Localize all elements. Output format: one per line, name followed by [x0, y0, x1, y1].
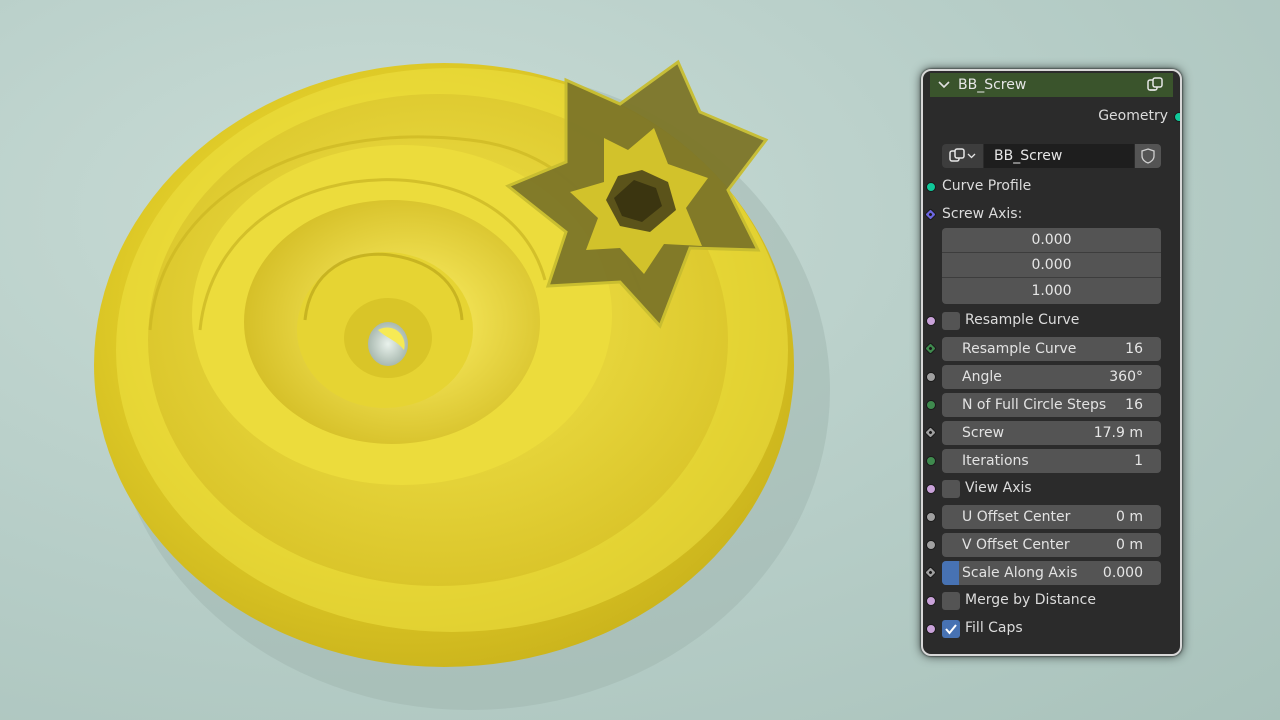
group-name-field[interactable]: BB_Screw — [984, 144, 1134, 168]
fill-caps-socket[interactable] — [926, 624, 936, 634]
fake-user-shield-icon[interactable] — [1135, 144, 1161, 168]
v-offset-socket[interactable] — [926, 540, 936, 550]
node-group-icon — [949, 148, 965, 162]
view-axis-socket[interactable] — [926, 484, 936, 494]
resample-curve-toggle-row: Resample Curve — [923, 307, 1180, 335]
screw-field[interactable]: Screw 17.9 m — [942, 421, 1161, 445]
group-browse-button[interactable] — [942, 144, 983, 168]
screw-axis-label: Screw Axis: — [942, 206, 1023, 222]
chevron-down-icon — [967, 153, 976, 159]
angle-field[interactable]: Angle 360° — [942, 365, 1161, 389]
slider-fill — [942, 561, 959, 585]
curve-profile-socket[interactable] — [926, 182, 936, 192]
node-title: BB_Screw — [958, 77, 1027, 93]
chevron-down-icon[interactable] — [930, 81, 958, 89]
screw-axis-y-field[interactable]: 0.000 — [942, 253, 1161, 278]
screw-row: Screw 17.9 m — [923, 419, 1180, 447]
node-header[interactable]: BB_Screw — [930, 73, 1173, 97]
screw-axis-x-field[interactable]: 0.000 — [942, 228, 1161, 253]
iterations-row: Iterations 1 — [923, 447, 1180, 475]
scale-along-axis-slider[interactable]: Scale Along Axis 0.000 — [942, 561, 1161, 585]
angle-row: Angle 360° — [923, 363, 1180, 391]
checkmark-icon — [945, 624, 957, 635]
scale-along-axis-socket[interactable] — [924, 566, 937, 579]
v-offset-row: V Offset Center 0 m — [923, 531, 1180, 559]
geometry-output-row: Geometry — [923, 103, 1180, 131]
merge-by-distance-socket[interactable] — [926, 596, 936, 606]
screw-axis-z-field[interactable]: 1.000 — [942, 278, 1161, 303]
screw-axis-row: Screw Axis: — [923, 201, 1180, 229]
angle-socket[interactable] — [926, 372, 936, 382]
bb-screw-node[interactable]: BB_Screw Geometry BB_Screw Curve Profile… — [921, 69, 1182, 656]
node-group-selector[interactable]: BB_Screw — [942, 144, 1161, 168]
scale-along-axis-row: Scale Along Axis 0.000 — [923, 559, 1180, 587]
geometry-output-label: Geometry — [1098, 108, 1168, 124]
iterations-socket[interactable] — [926, 456, 936, 466]
geometry-output-socket[interactable] — [1174, 112, 1180, 122]
view-axis-row: View Axis — [923, 475, 1180, 503]
resample-curve-checkbox-label: Resample Curve — [965, 312, 1080, 328]
u-offset-socket[interactable] — [926, 512, 936, 522]
iterations-field[interactable]: Iterations 1 — [942, 449, 1161, 473]
screw-axis-vector[interactable]: 0.000 0.000 1.000 — [942, 228, 1161, 304]
full-circle-steps-row: N of Full Circle Steps 16 — [923, 391, 1180, 419]
full-circle-steps-field[interactable]: N of Full Circle Steps 16 — [942, 393, 1161, 417]
resample-curve-row: Resample Curve 16 — [923, 335, 1180, 363]
merge-by-distance-checkbox[interactable] — [942, 592, 960, 610]
v-offset-field[interactable]: V Offset Center 0 m — [942, 533, 1161, 557]
merge-by-distance-row: Merge by Distance — [923, 587, 1180, 615]
node-group-icon — [1147, 77, 1163, 97]
view-axis-checkbox[interactable] — [942, 480, 960, 498]
fill-caps-checkbox[interactable] — [942, 620, 960, 638]
full-circle-steps-socket[interactable] — [926, 400, 936, 410]
u-offset-field[interactable]: U Offset Center 0 m — [942, 505, 1161, 529]
view-axis-label: View Axis — [965, 480, 1032, 496]
resample-curve-field[interactable]: Resample Curve 16 — [942, 337, 1161, 361]
fill-caps-row: Fill Caps — [923, 615, 1180, 643]
screw-socket[interactable] — [924, 426, 937, 439]
resample-curve-int-socket[interactable] — [924, 342, 937, 355]
curve-profile-row: Curve Profile — [923, 173, 1180, 201]
fill-caps-label: Fill Caps — [965, 620, 1023, 636]
screw-axis-socket[interactable] — [924, 208, 937, 221]
resample-curve-checkbox[interactable] — [942, 312, 960, 330]
curve-profile-label: Curve Profile — [942, 178, 1032, 194]
u-offset-row: U Offset Center 0 m — [923, 503, 1180, 531]
resample-curve-bool-socket[interactable] — [926, 316, 936, 326]
merge-by-distance-label: Merge by Distance — [965, 592, 1096, 608]
